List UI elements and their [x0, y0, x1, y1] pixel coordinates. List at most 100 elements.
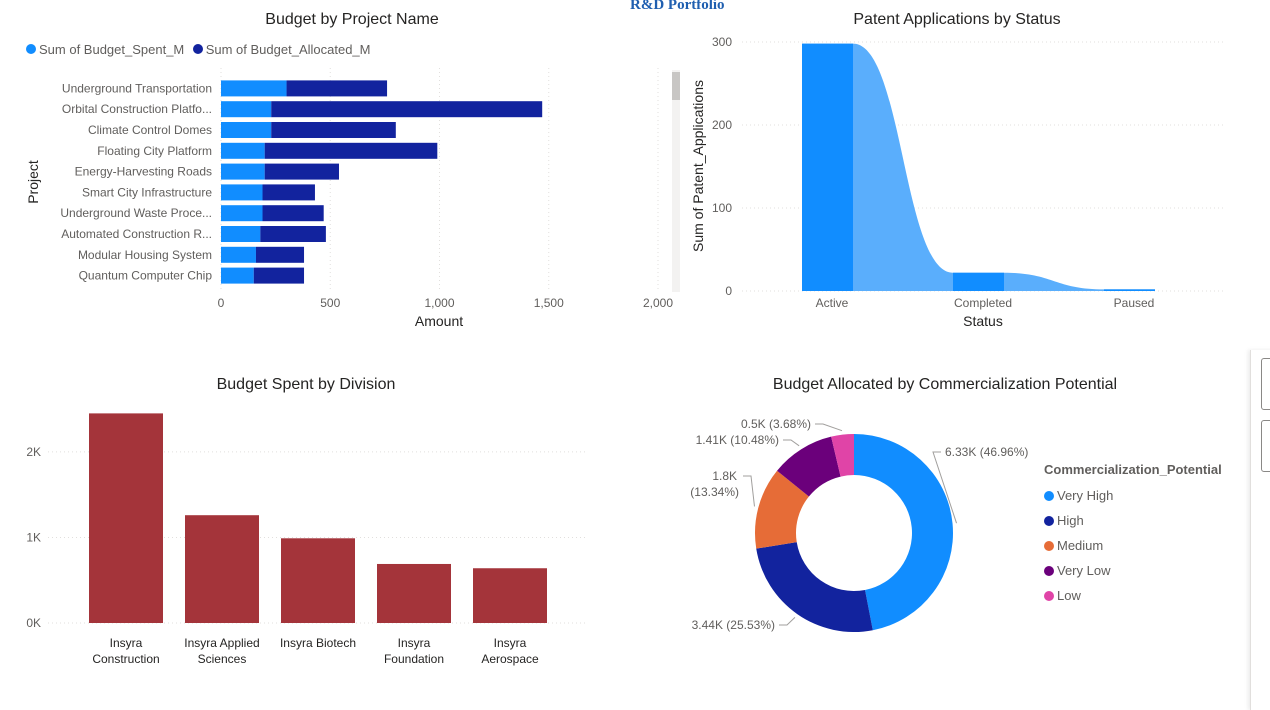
division-bar-chart[interactable]: 0K 1K 2K Insyra Construction Insyra Applied S…	[0, 350, 600, 707]
donut-data-label: 1.8K (13.34%)	[690, 469, 739, 499]
legend-label: Very High	[1057, 488, 1114, 503]
donut-leader-line	[815, 423, 843, 432]
division-category-label: Insyra Aerospace	[481, 636, 539, 666]
division-y-tick-label: 2K	[26, 445, 41, 459]
legend-dot	[1044, 590, 1054, 601]
project-bar-allocated[interactable]	[286, 80, 388, 97]
side-panel-box[interactable]	[1261, 420, 1270, 472]
project-y-axis-label: Project	[25, 160, 41, 204]
potential-chart-title: Budget Allocated by Commercialization Po…	[772, 376, 1118, 393]
legend-dot	[1044, 565, 1054, 576]
patent-x-tick-label: Paused	[1114, 296, 1155, 310]
donut-leader-line	[783, 439, 800, 447]
project-x-tick-label: 2,000	[643, 296, 673, 310]
project-bar-spent[interactable]	[221, 101, 272, 118]
patent-x-tick-label: Completed	[954, 296, 1012, 310]
side-panel	[1250, 350, 1270, 710]
patent-area-ribbon[interactable]	[802, 43, 1155, 291]
project-chart-scroll-thumb[interactable]	[672, 72, 680, 100]
project-bar-allocated[interactable]	[264, 163, 339, 180]
project-bar-spent[interactable]	[221, 246, 256, 263]
project-bar-allocated[interactable]	[264, 142, 438, 159]
division-bar[interactable]	[185, 515, 259, 623]
project-category-label: Floating City Platform	[97, 144, 212, 158]
project-x-tick-label: 1,500	[534, 296, 564, 310]
division-y-tick-label: 1K	[26, 530, 41, 544]
legend-dot	[1044, 490, 1054, 501]
donut-leader-line	[779, 617, 796, 626]
division-bar[interactable]	[473, 568, 547, 623]
donut-leader-line	[743, 475, 755, 507]
project-category-label: Automated Construction R...	[61, 227, 212, 241]
legend-dot	[1044, 515, 1054, 526]
potential-donut-chart[interactable]: 6.33K (46.96%) 3.44K (25.53%) 1.8K (13.34%)…	[670, 400, 1040, 650]
project-category-label: Quantum Computer Chip	[79, 269, 213, 283]
project-category-label: Climate Control Domes	[88, 123, 212, 137]
patent-y-tick-label: 100	[712, 201, 732, 215]
potential-legend-item[interactable]: Very Low	[1044, 558, 1222, 583]
project-bar-spent[interactable]	[221, 205, 263, 222]
patent-area-chart[interactable]: 0100200300 Active Completed Paused Status …	[690, 0, 1250, 340]
potential-legend-title: Commercialization_Potential	[1044, 462, 1222, 477]
project-bar-spent[interactable]	[221, 122, 272, 138]
project-bar-spent[interactable]	[221, 267, 254, 284]
donut-data-label: 1.41K (10.48%)	[696, 433, 779, 447]
legend-label: High	[1057, 513, 1084, 528]
patent-y-tick-label: 200	[712, 118, 732, 132]
project-chart-scrollbar[interactable]	[672, 70, 680, 292]
potential-legend: Commercialization_Potential Very High Hig…	[1044, 462, 1222, 608]
project-x-tick-label: 0	[218, 296, 225, 310]
division-category-label: Insyra Biotech	[280, 636, 356, 650]
legend-label: Very Low	[1057, 563, 1111, 578]
patent-column-active[interactable]	[802, 43, 853, 291]
legend-label: Low	[1057, 588, 1081, 603]
project-bar-spent[interactable]	[221, 142, 265, 159]
legend-label: Medium	[1057, 538, 1104, 553]
patent-y-tick-label: 0	[725, 284, 732, 298]
division-category-label: Insyra Foundation	[384, 636, 444, 666]
project-bar-allocated[interactable]	[253, 267, 305, 284]
project-bar-allocated[interactable]	[260, 226, 326, 242]
patent-column-paused[interactable]	[1104, 289, 1155, 291]
donut-slice-very-high[interactable]	[854, 434, 953, 631]
project-category-label: Smart City Infrastructure	[82, 185, 212, 199]
patent-x-axis-label: Status	[963, 313, 1003, 329]
donut-data-label: 0.5K (3.68%)	[741, 417, 811, 431]
project-x-tick-label: 500	[320, 296, 340, 310]
project-bar-allocated[interactable]	[271, 101, 543, 118]
project-x-tick-label: 1,000	[424, 296, 454, 310]
donut-data-label: 3.44K (25.53%)	[692, 618, 775, 632]
project-category-label: Energy-Harvesting Roads	[75, 165, 212, 179]
patent-column-completed[interactable]	[953, 272, 1004, 291]
project-bar-allocated[interactable]	[262, 205, 324, 222]
project-x-axis-label: Amount	[415, 313, 463, 329]
project-bar-allocated[interactable]	[262, 184, 315, 201]
project-bar-allocated[interactable]	[271, 122, 396, 138]
patent-y-tick-label: 300	[712, 35, 732, 49]
side-panel-box[interactable]	[1261, 358, 1270, 410]
project-bar-spent[interactable]	[221, 184, 263, 201]
project-bar-spent[interactable]	[221, 163, 265, 180]
project-category-label: Orbital Construction Platfo...	[62, 102, 212, 116]
division-y-tick-label: 0K	[26, 616, 41, 630]
project-category-label: Modular Housing System	[78, 248, 212, 262]
potential-legend-item[interactable]: High	[1044, 508, 1222, 533]
division-category-label: Insyra Construction	[92, 636, 159, 666]
project-bar-spent[interactable]	[221, 226, 261, 242]
potential-legend-item[interactable]: Medium	[1044, 533, 1222, 558]
project-category-label: Underground Transportation	[62, 81, 212, 95]
project-category-label: Underground Waste Proce...	[60, 206, 212, 220]
legend-dot	[1044, 540, 1054, 551]
patent-x-tick-label: Active	[816, 296, 849, 310]
project-bar-allocated[interactable]	[255, 246, 305, 263]
project-bar-chart[interactable]: Underground Transportation Orbital Constr…	[0, 0, 690, 340]
patent-y-axis-label: Sum of Patent_Applications	[690, 80, 706, 252]
division-category-label: Insyra Applied Sciences	[184, 636, 259, 666]
project-bar-spent[interactable]	[221, 80, 287, 97]
potential-legend-item[interactable]: Very High	[1044, 483, 1222, 508]
division-bar[interactable]	[89, 413, 163, 623]
division-bar[interactable]	[377, 563, 451, 623]
division-bar[interactable]	[281, 538, 355, 623]
donut-data-label: 6.33K (46.96%)	[945, 445, 1028, 459]
potential-legend-item[interactable]: Low	[1044, 583, 1222, 608]
